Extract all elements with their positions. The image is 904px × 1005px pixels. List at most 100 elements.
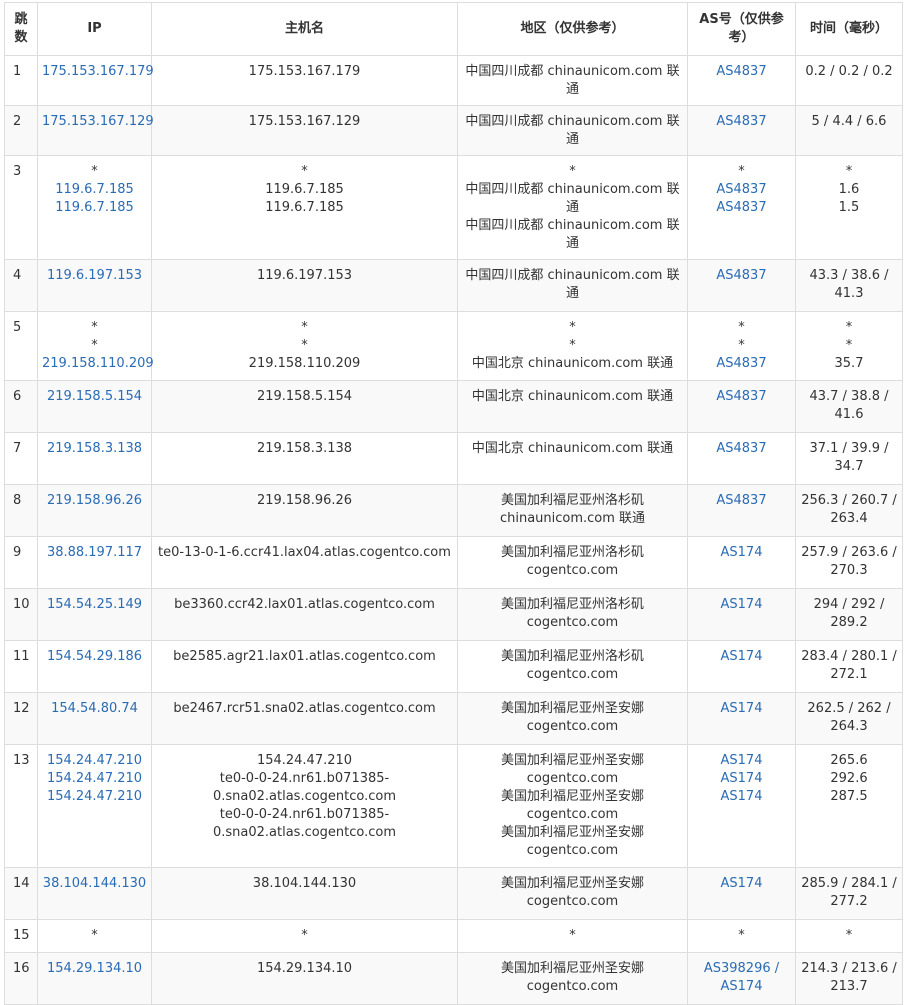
ip-link[interactable]: 119.6.7.185 [42,199,147,217]
table-row: 3 * 119.6.7.185 119.6.7.185 * 119.6.7.185 119.… [4,155,903,260]
ip-link[interactable]: 154.29.134.10 [42,960,147,978]
ip-cell: 219.158.5.154 [37,380,152,433]
time-text: 262.5 / 262 / [807,701,891,716]
table-row: 12 154.54.80.74 be2467.rcr51.sna02.atlas.c… [4,692,903,745]
hostname-text: be3360.ccr42.lax01.atlas.cogentco.com [174,597,435,612]
table-row: 10 154.54.25.149 be3360.ccr42.lax01.atlas.… [4,588,903,641]
asn-link[interactable]: AS4837 [692,181,791,199]
ip-link[interactable]: 175.153.167.179 [42,63,154,81]
region-text: 美国加利福尼亚州圣安娜 [500,961,644,976]
asn-link[interactable]: AS174 [692,788,791,806]
asn-link[interactable]: AS4837 [692,388,791,406]
time-text: 256.3 / 260.7 / [801,493,897,508]
ip-link[interactable]: 219.158.3.138 [42,440,147,458]
time-text: 1.5 [838,200,860,215]
ip-cell: 219.158.3.138 [37,432,152,485]
hop-cell: 2 [4,105,38,156]
ip-link[interactable]: 154.54.29.186 [42,648,147,666]
asn-cell: * [687,919,796,953]
table-row: 5 * * 219.158.110.209 * * 219.158.110.209 * * 中国北… [4,311,903,381]
header-ip: IP [37,2,152,56]
region-text: 美国加利福尼亚州圣安娜 [500,753,644,768]
hostname-cell: be3360.ccr42.lax01.atlas.cogentco.com [151,588,458,641]
table-row: 4 119.6.197.153 119.6.197.153 中国四川成都 chinau… [4,259,903,312]
asn-cell: AS4837 [687,380,796,433]
region-text: cogentco.com [526,843,619,858]
time-text: 277.2 [830,894,868,909]
asn-link[interactable]: AS4837 [692,199,791,217]
region-cell: 中国四川成都 chinaunicom.com 联通 [457,105,688,156]
ip-link[interactable]: 219.158.96.26 [42,492,147,510]
hop-number: 2 [13,114,22,129]
hop-cell: 15 [4,919,38,953]
hop-number: 1 [13,64,22,79]
asn-cell: AS174 [687,588,796,641]
ip-link[interactable]: 38.88.197.117 [42,544,147,562]
time-text: 257.9 / 263.6 / [801,545,897,560]
ip-link: * [91,928,98,943]
asn-link[interactable]: AS4837 [692,113,791,131]
ip-cell: 154.54.29.186 [37,640,152,693]
asn-link: * [738,164,745,179]
ip-link[interactable]: 219.158.5.154 [42,388,147,406]
asn-link[interactable]: AS4837 [692,63,791,81]
asn-link[interactable]: AS174 [692,978,791,996]
ip-link[interactable]: 175.153.167.129 [42,113,154,131]
asn-link[interactable]: AS4837 [692,440,791,458]
ip-link[interactable]: 119.6.197.153 [42,267,147,285]
time-text: * [845,320,853,335]
hostname-cell: be2585.agr21.lax01.atlas.cogentco.com [151,640,458,693]
region-text: cogentco.com [526,894,619,909]
ip-link[interactable]: 38.104.144.130 [42,875,147,893]
region-cell: 中国四川成都 chinaunicom.com 联通 [457,55,688,106]
time-cell: 265.6 292.6 287.5 [795,744,903,868]
ip-link[interactable]: 154.24.47.210 [42,788,147,806]
hostname-cell: te0-13-0-1-6.ccr41.lax04.atlas.cogentco.… [151,536,458,589]
asn-link[interactable]: AS4837 [692,492,791,510]
asn-cell: AS174 AS174 AS174 [687,744,796,868]
asn-link[interactable]: AS174 [692,770,791,788]
ip-link[interactable]: 154.54.80.74 [42,700,147,718]
asn-link[interactable]: AS4837 [692,267,791,285]
asn-link[interactable]: AS174 [692,752,791,770]
hop-number: 6 [13,389,22,404]
hostname-cell: * [151,919,458,953]
asn-link[interactable]: AS174 [692,544,791,562]
time-text: 270.3 [830,563,868,578]
ip-link[interactable]: 154.24.47.210 [42,752,147,770]
hostname-text: 119.6.7.185 [265,182,344,197]
hop-number: 12 [13,701,30,716]
hop-number: 16 [13,961,30,976]
region-text: 中国北京 chinaunicom.com 联通 [471,389,674,404]
asn-link[interactable]: AS4837 [692,355,791,373]
asn-link[interactable]: AS398296 / [692,960,791,978]
asn-link[interactable]: AS174 [692,596,791,614]
region-cell: * 中国四川成都 chinaunicom.com 联通 中国四川成都 chinaun… [457,155,688,260]
ip-link[interactable]: 154.54.25.149 [42,596,147,614]
hostname-text: 219.158.5.154 [256,389,353,404]
ip-cell: 219.158.96.26 [37,484,152,537]
ip-cell: 154.24.47.210 154.24.47.210 154.24.47.210 [37,744,152,868]
ip-link[interactable]: 154.24.47.210 [42,770,147,788]
time-cell: * 1.6 1.5 [795,155,903,260]
ip-link[interactable]: 219.158.110.209 [42,355,154,373]
hop-cell: 13 [4,744,38,868]
asn-link: * [738,338,745,353]
asn-link[interactable]: AS174 [692,648,791,666]
table-row: 13 154.24.47.210 154.24.47.210 154.24.47.21… [4,744,903,868]
region-cell: 中国四川成都 chinaunicom.com 联通 [457,259,688,312]
ip-cell: * [37,919,152,953]
hop-cell: 9 [4,536,38,589]
asn-cell: AS4837 [687,259,796,312]
region-cell: 中国北京 chinaunicom.com 联通 [457,380,688,433]
hop-cell: 11 [4,640,38,693]
asn-link[interactable]: AS174 [692,700,791,718]
hostname-cell: 119.6.197.153 [151,259,458,312]
ip-link[interactable]: 119.6.7.185 [42,181,147,199]
region-text: cogentco.com [526,771,619,786]
region-text: * [569,320,576,335]
asn-link[interactable]: AS174 [692,875,791,893]
table-row: 1 175.153.167.179 175.153.167.179 中国四川成都 ch… [4,55,903,106]
traceroute-table: 跳数 IP 主机名 地区（仅供参考） AS号（仅供参考） 时间（毫秒） 1 175… [4,2,903,1005]
hostname-text: 0.sna02.atlas.cogentco.com [212,825,397,840]
